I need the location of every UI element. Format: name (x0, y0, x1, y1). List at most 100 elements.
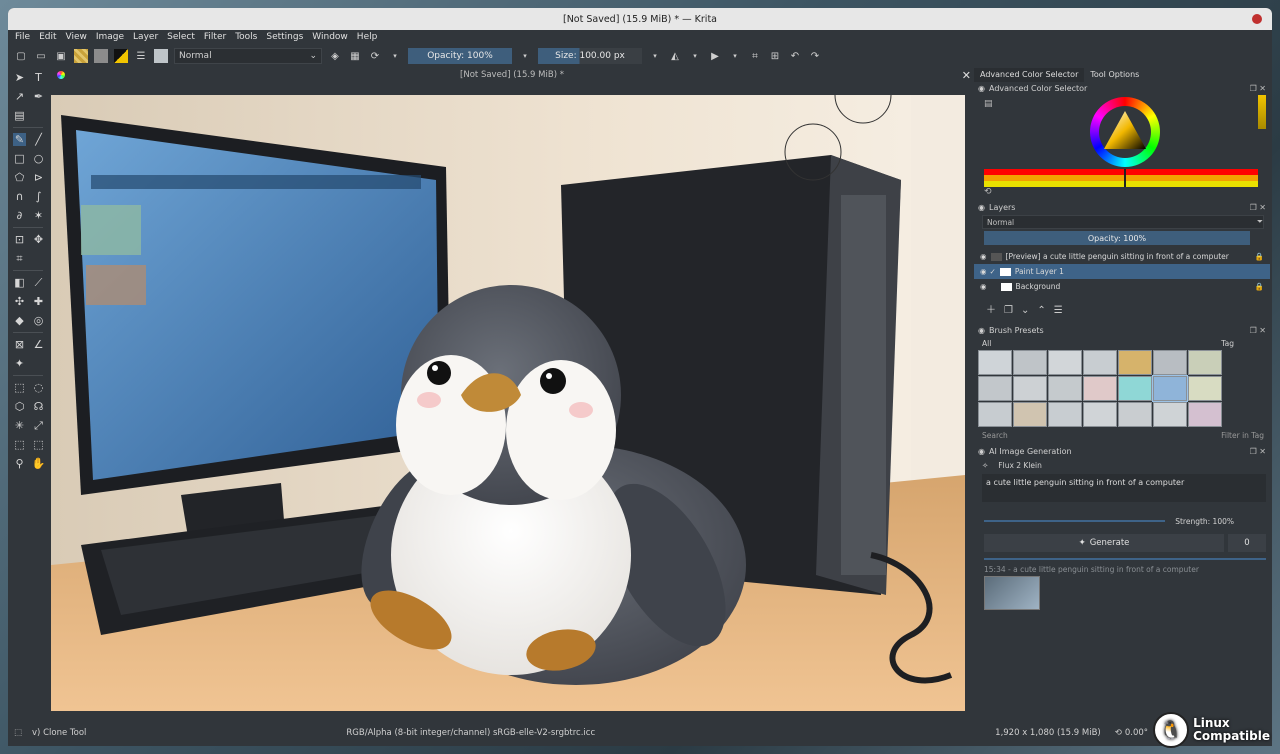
menu-view[interactable]: View (66, 32, 87, 42)
eraser-icon[interactable]: ◈ (328, 49, 342, 63)
brush-preset-tile[interactable] (1118, 376, 1152, 401)
generate-button[interactable]: ✦ Generate (984, 534, 1224, 552)
visibility-eye-icon[interactable]: ◉ (980, 252, 987, 261)
edit-shapes-icon[interactable]: ↗ (13, 90, 26, 103)
brush-preset-tile[interactable] (1013, 350, 1047, 375)
color-history-strip[interactable] (1258, 95, 1266, 129)
docker-menu-icon[interactable]: ◉ (978, 326, 985, 335)
brush-preset-tile[interactable] (1083, 350, 1117, 375)
line-tool-icon[interactable]: ╱ (32, 133, 45, 146)
polygon-tool-icon[interactable]: ⬠ (13, 171, 26, 184)
layer-row[interactable]: ◉ [Preview] a cute little penguin sittin… (974, 249, 1270, 264)
opacity-slider[interactable]: Opacity: 100% (408, 48, 512, 64)
brush-filter-select[interactable]: All (982, 339, 991, 348)
freehand-select-icon[interactable]: ☊ (32, 400, 45, 413)
window-close-button[interactable] (1252, 14, 1262, 24)
color-settings-icon[interactable]: ▤ (984, 99, 993, 109)
freehand-path-icon[interactable]: ∫ (32, 190, 45, 203)
menu-layer[interactable]: Layer (133, 32, 158, 42)
blend-mode-select[interactable]: Normal ⌄ (174, 48, 322, 64)
tag-label[interactable]: Tag (1221, 339, 1234, 348)
ellipse-select-icon[interactable]: ◌ (32, 381, 45, 394)
brush-preset-tile[interactable] (1188, 350, 1222, 375)
select-shapes-icon[interactable]: ➤ (13, 71, 26, 84)
brush-preset-tile[interactable] (1048, 402, 1082, 427)
undo-icon[interactable]: ↶ (788, 49, 802, 63)
menu-help[interactable]: Help (357, 32, 378, 42)
ellipse-tool-icon[interactable]: ○ (32, 152, 45, 165)
workspace-icon[interactable]: ✧ (982, 461, 988, 470)
brush-preset-tile[interactable] (1083, 376, 1117, 401)
ai-model-select[interactable]: Flux 2 Klein (998, 461, 1042, 470)
layer-row-selected[interactable]: ◉ ✓ Paint Layer 1 (974, 264, 1270, 279)
contiguous-select-icon[interactable]: ✳ (13, 419, 26, 432)
chevron-down-icon[interactable]: ▾ (728, 49, 742, 63)
tab-tool-options[interactable]: Tool Options (1084, 68, 1145, 82)
move-up-icon[interactable]: ⌃ (1037, 305, 1045, 316)
menu-window[interactable]: Window (312, 32, 348, 42)
brush-preset-tile[interactable] (978, 376, 1012, 401)
rectangle-tool-icon[interactable]: □ (13, 152, 26, 165)
brush-preset-tile[interactable] (978, 350, 1012, 375)
ai-prompt-input[interactable]: a cute little penguin sitting in front o… (982, 474, 1266, 502)
tab-advanced-color-selector[interactable]: Advanced Color Selector (974, 68, 1085, 82)
lock-icon[interactable]: 🔒 (1255, 252, 1264, 261)
layer-blend-select[interactable]: Normal ⏷ (982, 215, 1264, 229)
fill-tool-icon[interactable]: ◆ (13, 314, 26, 327)
brush-preset-tile[interactable] (1013, 402, 1047, 427)
wrap-around-icon[interactable]: ⊞ (768, 49, 782, 63)
chevron-down-icon[interactable]: ▾ (388, 49, 402, 63)
measure-tool-icon[interactable]: ∠ (32, 338, 45, 351)
lock-icon[interactable]: 🔒 (1255, 282, 1264, 291)
fg-bg-color-icon[interactable] (114, 49, 128, 63)
move-tool-icon[interactable]: ✥ (32, 233, 45, 246)
gradient-swatch[interactable] (74, 49, 88, 63)
bezier-tool-icon[interactable]: ∩ (13, 190, 26, 203)
brush-preset-tile[interactable] (1048, 350, 1082, 375)
chevron-down-icon[interactable]: ▾ (518, 49, 532, 63)
pattern-swatch[interactable] (94, 49, 108, 63)
mirror-horizontal-icon[interactable]: ◭ (668, 49, 682, 63)
brush-preset-tile[interactable] (1188, 402, 1222, 427)
float-docker-icon[interactable]: ❐ ✕ (1250, 203, 1266, 212)
layer-opacity-slider[interactable]: Opacity: 100% (984, 231, 1250, 245)
menu-image[interactable]: Image (96, 32, 124, 42)
reset-color-icon[interactable]: ⟲ (974, 187, 1270, 201)
docker-menu-icon[interactable]: ◉ (978, 84, 985, 93)
menu-select[interactable]: Select (167, 32, 195, 42)
move-down-icon[interactable]: ⌄ (1021, 305, 1029, 316)
crop-icon[interactable]: ⌗ (748, 49, 762, 63)
bezier-select-icon[interactable]: ⬚ (13, 438, 26, 451)
float-docker-icon[interactable]: ❐ ✕ (1250, 84, 1266, 93)
polyline-tool-icon[interactable]: ⊳ (32, 171, 45, 184)
brush-settings-icon[interactable]: ☰ (134, 49, 148, 63)
rect-select-icon[interactable]: ⬚ (13, 381, 26, 394)
brush-preset-tile[interactable] (1118, 402, 1152, 427)
color-triangle[interactable] (1102, 109, 1148, 151)
ai-strength-value[interactable]: Strength: 100% (1175, 517, 1234, 526)
visibility-eye-icon[interactable]: ◉ (980, 267, 987, 276)
brush-preset-tile[interactable] (978, 402, 1012, 427)
brush-preset-tile[interactable] (1083, 402, 1117, 427)
reload-icon[interactable]: ⟳ (368, 49, 382, 63)
calligraphy-icon[interactable]: ✒ (32, 90, 45, 103)
brush-preset-icon[interactable] (154, 49, 168, 63)
storyboard-icon[interactable]: ▤ (13, 109, 26, 122)
enclose-fill-icon[interactable]: ◎ (32, 314, 45, 327)
crop-tool-icon[interactable]: ⌗ (13, 252, 26, 265)
menu-edit[interactable]: Edit (39, 32, 56, 42)
zoom-tool-icon[interactable]: ⚲ (13, 457, 26, 470)
reference-images-icon[interactable]: ✦ (13, 357, 26, 370)
menu-tools[interactable]: Tools (235, 32, 257, 42)
chevron-down-icon[interactable]: ▾ (688, 49, 702, 63)
history-thumbnail[interactable] (984, 576, 1040, 610)
strength-slider-track[interactable] (984, 520, 1166, 522)
colorize-mask-icon[interactable]: ✣ (13, 295, 26, 308)
pan-tool-icon[interactable]: ✋ (32, 457, 46, 470)
redo-icon[interactable]: ↷ (808, 49, 822, 63)
brush-preset-tile[interactable] (1188, 376, 1222, 401)
brush-preset-tile[interactable] (1153, 402, 1187, 427)
magnetic-select-icon[interactable]: ⬚ (32, 438, 45, 451)
menu-settings[interactable]: Settings (266, 32, 303, 42)
gradient-tool-icon[interactable]: ◧ (13, 276, 26, 289)
